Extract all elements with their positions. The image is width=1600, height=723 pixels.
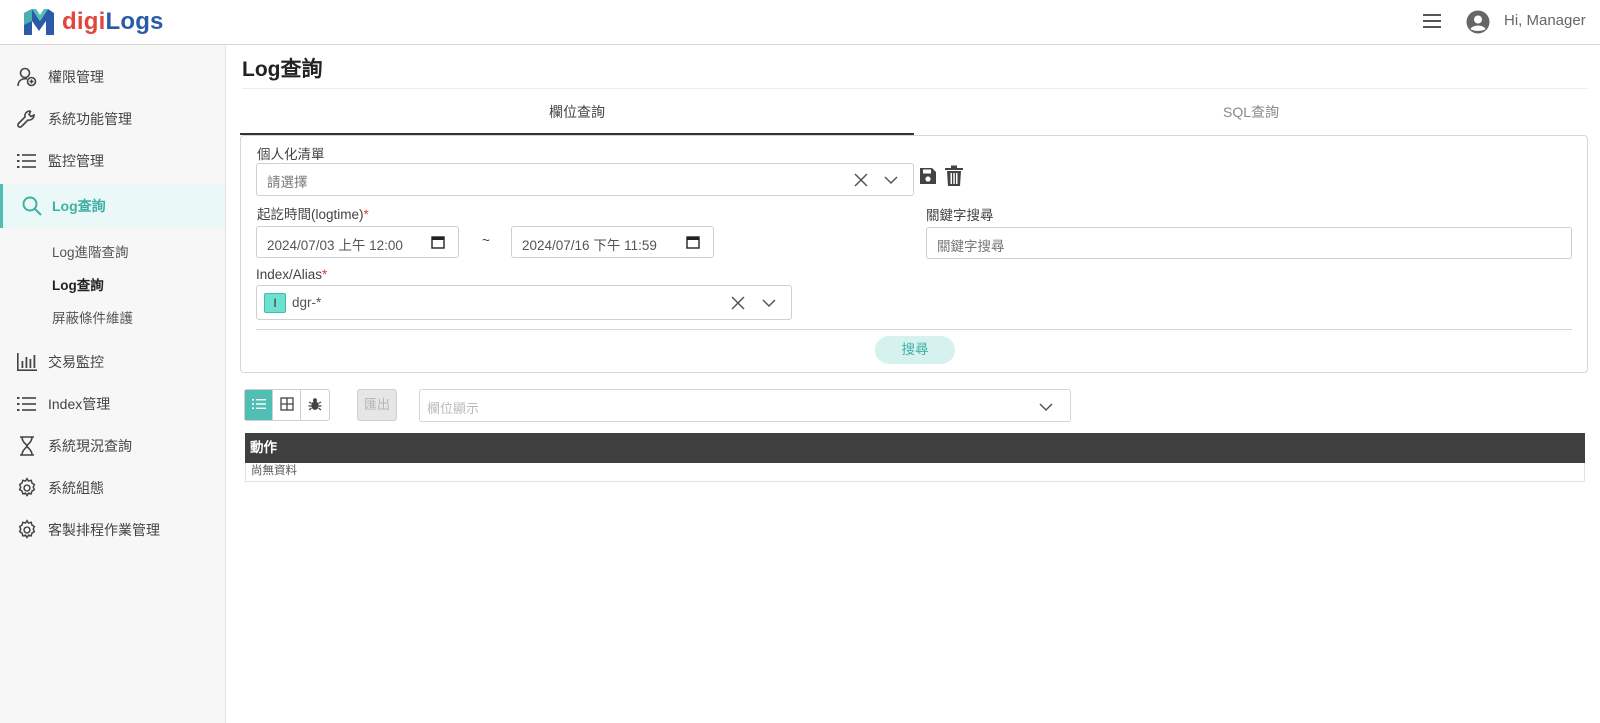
- bug-icon: [308, 398, 322, 411]
- query-tabs: 欄位查詢 SQL查詢: [240, 92, 1588, 136]
- clear-icon[interactable]: [731, 296, 745, 310]
- sidebar-item-label: Log查詢: [52, 198, 106, 214]
- index-alias-label: Index/Alias*: [256, 267, 327, 282]
- calendar-icon[interactable]: [431, 235, 445, 249]
- end-time-value: 2024/07/16 下午 11:59: [522, 238, 657, 253]
- keyword-search-input[interactable]: 關鍵字搜尋: [926, 227, 1572, 259]
- sidebar-item-label: Index管理: [48, 396, 111, 412]
- sidebar-item-system-config[interactable]: 系統組態: [0, 468, 225, 508]
- keyword-search-placeholder: 關鍵字搜尋: [937, 239, 1005, 254]
- sidebar-item-system-function[interactable]: 系統功能管理: [0, 99, 225, 139]
- top-header: digiLogs Hi, Manager: [0, 0, 1600, 45]
- user-greeting[interactable]: Hi, Manager: [1504, 12, 1586, 29]
- required-mark: *: [322, 267, 328, 282]
- calendar-icon[interactable]: [686, 235, 700, 249]
- tab-sql-query[interactable]: SQL查詢: [914, 92, 1588, 135]
- chevron-down-icon[interactable]: [884, 175, 898, 185]
- logo-text: digiLogs: [62, 8, 164, 36]
- sidebar-item-label: 交易監控: [48, 354, 104, 370]
- gear-icon: [18, 519, 36, 539]
- sidebar-item-custom-schedule[interactable]: 客製排程作業管理: [0, 510, 225, 550]
- view-mode-group: [244, 389, 330, 421]
- logo-text-logs: Logs: [105, 8, 164, 35]
- index-alias-value: dgr-*: [292, 295, 322, 310]
- sidebar-item-transaction-monitor[interactable]: 交易監控: [0, 342, 225, 382]
- range-separator: ~: [482, 233, 490, 248]
- list-icon: [17, 397, 36, 411]
- personal-list-placeholder: 請選擇: [267, 175, 308, 190]
- app-logo[interactable]: digiLogs: [22, 6, 164, 38]
- sidebar-item-permission[interactable]: 權限管理: [0, 57, 225, 97]
- column-display-placeholder: 欄位顯示: [427, 401, 480, 416]
- clear-icon[interactable]: [854, 173, 868, 187]
- digilogs-logo-icon: [24, 9, 54, 35]
- user-avatar-icon[interactable]: [1466, 10, 1490, 34]
- hourglass-icon: [20, 436, 34, 456]
- list-icon: [252, 399, 266, 409]
- tab-field-query[interactable]: 欄位查詢: [240, 92, 914, 135]
- list-icon: [17, 154, 36, 168]
- start-time-value: 2024/07/03 上午 12:00: [267, 238, 403, 253]
- grid-view-button[interactable]: [273, 390, 302, 420]
- list-view-button[interactable]: [245, 390, 274, 420]
- keyword-search-label: 關鍵字搜尋: [926, 208, 994, 223]
- index-tag-badge: I: [264, 293, 286, 313]
- chevron-down-icon[interactable]: [1039, 402, 1053, 412]
- trash-icon[interactable]: [944, 165, 964, 187]
- sidebar-subitem-log-query[interactable]: Log查詢: [52, 274, 104, 294]
- bar-chart-icon: [17, 353, 37, 371]
- logo-text-digi: digi: [62, 8, 106, 35]
- users-icon: [17, 67, 37, 87]
- time-range-label: 起訖時間(logtime)*: [257, 203, 369, 223]
- grid-icon: [280, 397, 294, 411]
- table-header-action: 動作: [245, 433, 1585, 463]
- start-time-input[interactable]: 2024/07/03 上午 12:00: [256, 226, 459, 258]
- sidebar-item-label: 監控管理: [48, 153, 104, 169]
- page-title: Log查詢: [242, 58, 323, 81]
- table-empty-message: 尚無資料: [245, 463, 1585, 482]
- export-button[interactable]: 匯出: [357, 389, 397, 421]
- sidebar-subitem-mask-conditions[interactable]: 屏蔽條件維護: [52, 307, 133, 327]
- sidebar: 權限管理 系統功能管理 監控管理 Log查詢 Log進階查詢 Log查詢 屏蔽條…: [0, 45, 226, 723]
- sidebar-subitem-log-advanced[interactable]: Log進階查詢: [52, 241, 129, 261]
- personal-list-select[interactable]: 請選擇: [256, 163, 914, 196]
- hamburger-menu-icon[interactable]: [1423, 14, 1441, 30]
- gear-icon: [18, 477, 36, 497]
- index-alias-select[interactable]: I dgr-*: [256, 285, 792, 320]
- save-icon[interactable]: [918, 166, 938, 186]
- debug-view-button[interactable]: [301, 390, 329, 420]
- sidebar-item-index-manage[interactable]: Index管理: [0, 384, 225, 424]
- sidebar-item-monitoring[interactable]: 監控管理: [0, 141, 225, 181]
- sidebar-item-label: 系統組態: [48, 480, 104, 496]
- required-mark: *: [363, 207, 369, 222]
- title-divider: [242, 88, 1588, 89]
- sidebar-item-label: 系統現況查詢: [48, 438, 132, 454]
- end-time-input[interactable]: 2024/07/16 下午 11:59: [511, 226, 714, 258]
- personal-list-label: 個人化清單: [257, 147, 325, 162]
- sidebar-item-label: 系統功能管理: [48, 111, 132, 127]
- sidebar-item-label: 權限管理: [48, 69, 104, 85]
- sidebar-item-system-status[interactable]: 系統現況查詢: [0, 426, 225, 466]
- index-alias-label-text: Index/Alias: [256, 267, 323, 282]
- chevron-down-icon[interactable]: [762, 298, 776, 308]
- search-icon: [22, 196, 42, 216]
- sidebar-item-label: 客製排程作業管理: [48, 522, 160, 538]
- form-divider: [256, 329, 1572, 330]
- wrench-icon: [17, 110, 35, 128]
- time-range-label-text: 起訖時間(logtime): [257, 207, 364, 222]
- search-button[interactable]: 搜尋: [875, 336, 955, 364]
- column-display-select[interactable]: 欄位顯示: [419, 389, 1071, 422]
- sidebar-item-log-query[interactable]: Log查詢: [0, 184, 225, 228]
